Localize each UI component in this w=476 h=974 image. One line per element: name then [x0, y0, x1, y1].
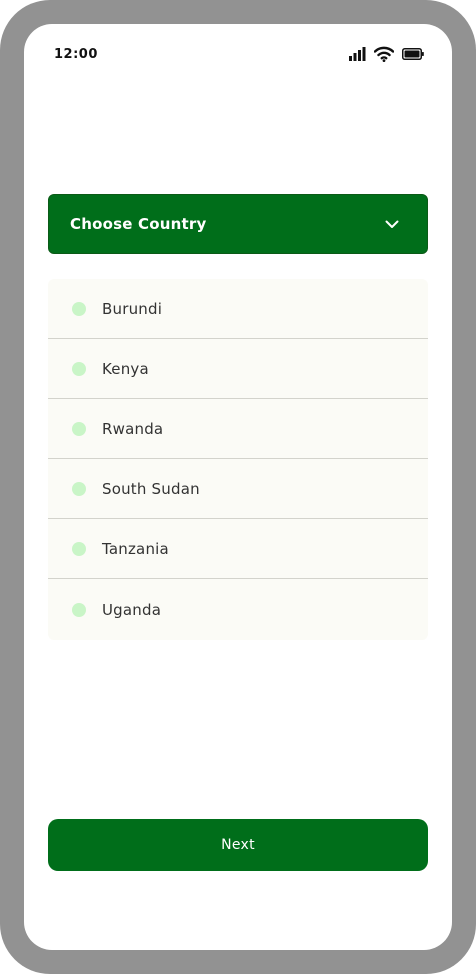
list-item-label: Rwanda — [102, 419, 164, 438]
radio-icon — [72, 481, 86, 496]
list-item-rwanda[interactable]: Rwanda — [48, 399, 428, 459]
device-frame: 12:00 Choose Country Burundi Kenya Rwand… — [0, 0, 476, 974]
country-dropdown[interactable]: Choose Country — [48, 194, 428, 254]
chevron-down-icon — [385, 220, 399, 229]
status-bar: 12:00 — [24, 24, 452, 84]
dropdown-label: Choose Country — [70, 215, 207, 233]
country-list: Burundi Kenya Rwanda South Sudan Tanzani… — [48, 279, 428, 640]
battery-icon — [402, 48, 424, 60]
radio-icon — [72, 361, 86, 376]
list-item-kenya[interactable]: Kenya — [48, 339, 428, 399]
radio-icon — [72, 301, 86, 316]
status-icons — [349, 44, 424, 64]
list-item-label: South Sudan — [102, 479, 200, 498]
list-item-label: Kenya — [102, 359, 149, 378]
list-item-tanzania[interactable]: Tanzania — [48, 519, 428, 579]
list-item-uganda[interactable]: Uganda — [48, 579, 428, 640]
phone-screen: 12:00 Choose Country Burundi Kenya Rwand… — [24, 24, 452, 950]
radio-icon — [72, 602, 86, 617]
list-item-south-sudan[interactable]: South Sudan — [48, 459, 428, 519]
radio-icon — [72, 541, 86, 556]
signal-icon — [349, 47, 366, 61]
wifi-icon — [374, 46, 394, 62]
list-item-label: Uganda — [102, 600, 162, 619]
next-button[interactable]: Next — [48, 819, 428, 871]
status-time: 12:00 — [54, 47, 98, 62]
list-item-label: Burundi — [102, 299, 163, 318]
radio-icon — [72, 421, 86, 436]
list-item-label: Tanzania — [102, 539, 169, 558]
list-item-burundi[interactable]: Burundi — [48, 279, 428, 339]
